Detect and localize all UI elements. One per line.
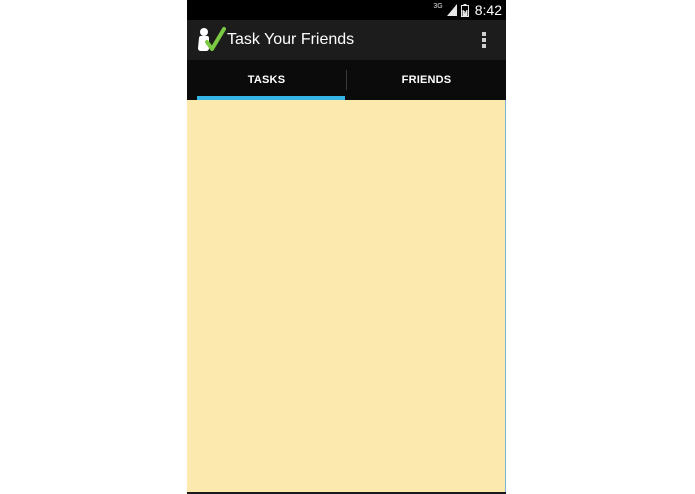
app-logo-icon[interactable] bbox=[195, 24, 227, 56]
app-title: Task Your Friends bbox=[227, 31, 355, 48]
status-bar: 3G 8:42 bbox=[187, 0, 506, 20]
phone-screen: 3G 8:42 Task Your Friends TASKS FRIENDS bbox=[187, 0, 506, 494]
tasks-content-area[interactable] bbox=[187, 100, 506, 492]
overflow-menu-button[interactable] bbox=[468, 24, 500, 56]
battery-charging-icon bbox=[460, 3, 469, 17]
tab-tasks[interactable]: TASKS bbox=[187, 60, 346, 100]
tab-tasks-label: TASKS bbox=[247, 74, 286, 86]
tab-friends[interactable]: FRIENDS bbox=[347, 60, 506, 100]
status-icons: 3G 8:42 bbox=[433, 0, 502, 20]
network-type-label: 3G bbox=[433, 2, 443, 10]
screen-right-edge bbox=[505, 100, 506, 492]
tab-bar: TASKS FRIENDS bbox=[187, 60, 506, 100]
tab-friends-label: FRIENDS bbox=[401, 74, 452, 86]
action-bar: Task Your Friends bbox=[187, 20, 506, 60]
status-time: 8:42 bbox=[474, 2, 502, 18]
signal-bars-icon bbox=[446, 4, 457, 16]
overflow-menu-icon bbox=[482, 32, 486, 48]
